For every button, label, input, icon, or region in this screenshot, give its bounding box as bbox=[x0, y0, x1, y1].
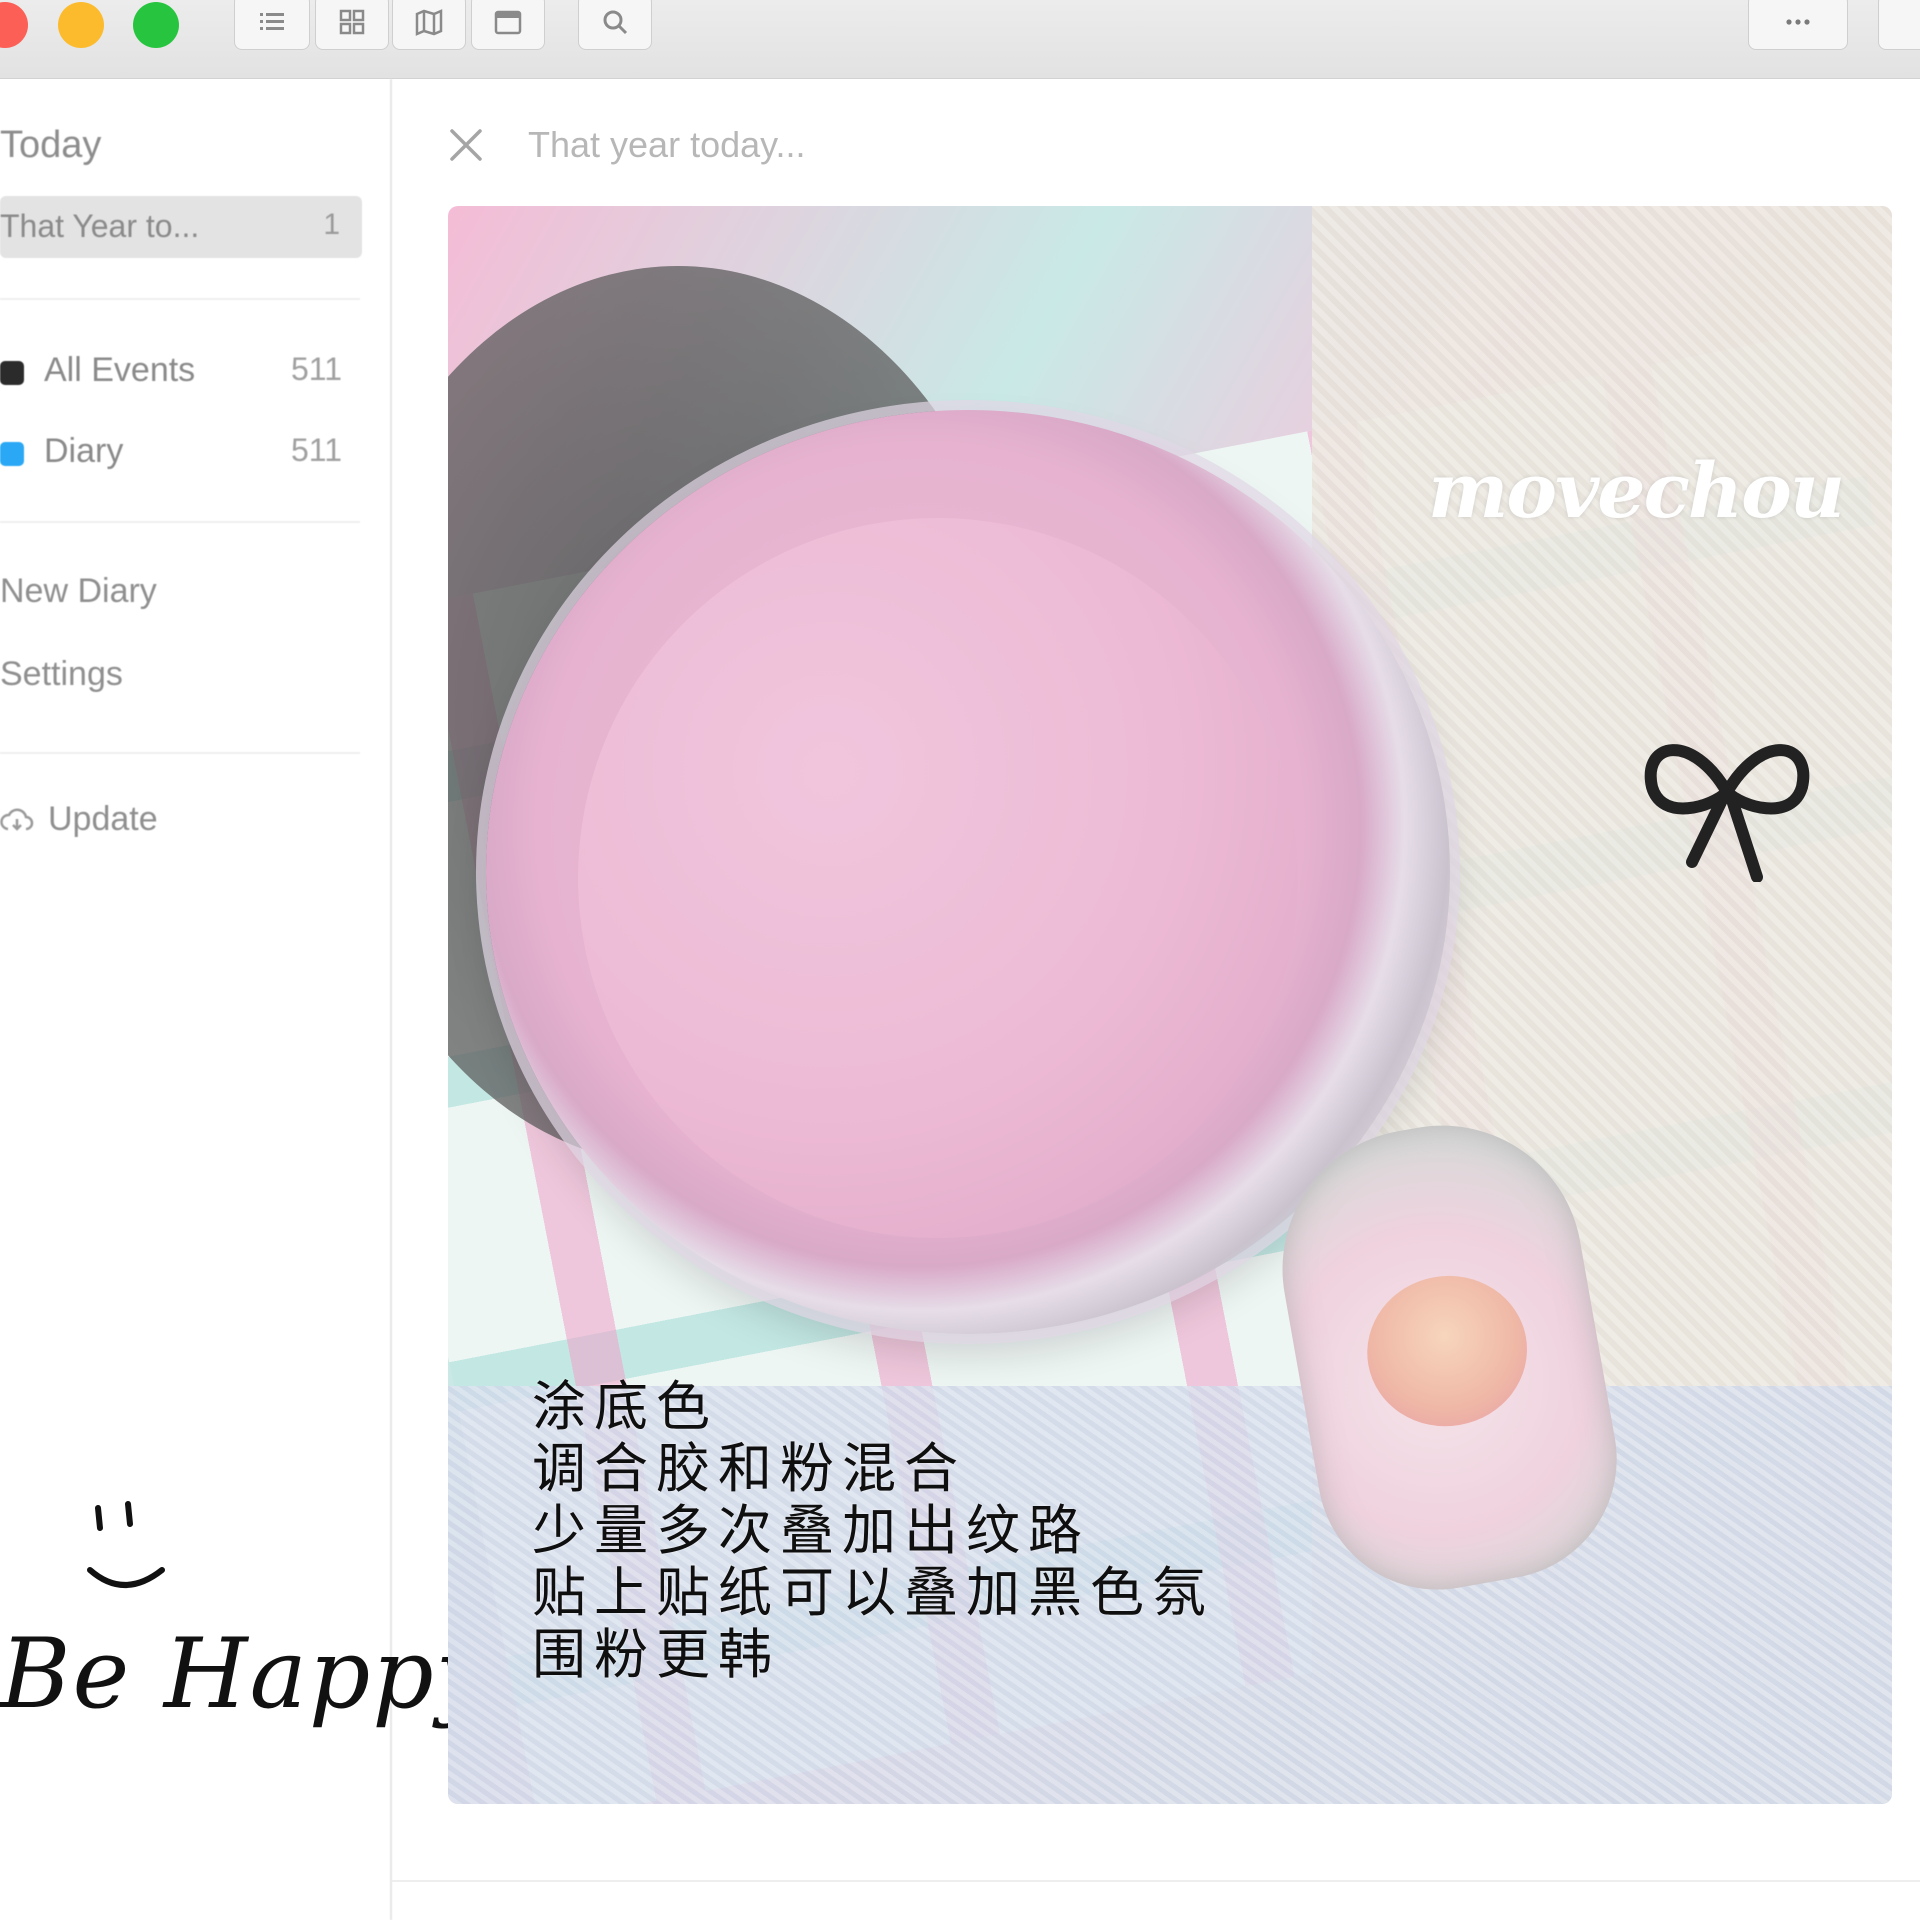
caption-line: 少量多次叠加出纹路 bbox=[532, 1499, 1090, 1562]
sidebar-item-all-events[interactable]: All Events 511 bbox=[0, 347, 345, 397]
journal-color-dot bbox=[0, 442, 24, 466]
pink-powder bbox=[578, 518, 1298, 1238]
caption-line: 贴上贴纸可以叠加黑色氛 bbox=[532, 1561, 1214, 1624]
smiley-doodle bbox=[87, 1501, 165, 1588]
entry-photo: movechou 涂底色 调合胶和粉混合 少量多次叠加出纹路 贴上贴纸可以叠加黑… bbox=[448, 206, 1892, 1804]
sidebar-item-count: 511 bbox=[290, 351, 342, 387]
settings-button[interactable]: Settings bbox=[0, 655, 123, 694]
extra-toolbar-button[interactable] bbox=[1878, 0, 1920, 50]
calendar-view-button[interactable] bbox=[471, 0, 545, 50]
more-button[interactable] bbox=[1748, 0, 1848, 50]
search-icon bbox=[603, 10, 628, 35]
editor-bottom-divider bbox=[392, 1880, 1920, 1882]
cloud-download-icon bbox=[0, 808, 34, 831]
bunny-sticker bbox=[1355, 1263, 1539, 1439]
journal-color-dot bbox=[0, 361, 24, 385]
sidebar-divider bbox=[0, 298, 360, 300]
new-diary-button[interactable]: New Diary bbox=[0, 572, 157, 611]
caption-line: 围粉更韩 bbox=[532, 1623, 780, 1686]
calendar-icon bbox=[494, 10, 522, 35]
map-view-button[interactable] bbox=[392, 0, 466, 50]
sidebar-item-count: 1 bbox=[323, 208, 340, 241]
sidebar-item-diary[interactable]: Diary 511 bbox=[0, 428, 345, 478]
sidebar-item-that-year-today[interactable]: That Year to... 1 bbox=[0, 196, 362, 258]
caption-line: 调合胶和粉混合 bbox=[532, 1437, 966, 1500]
update-label: Update bbox=[48, 800, 158, 838]
sidebar-item-label: That Year to... bbox=[0, 208, 200, 244]
caption-line: 涂底色 bbox=[532, 1375, 718, 1438]
photo-caption: 涂底色 调合胶和粉混合 少量多次叠加出纹路 贴上贴纸可以叠加黑色氛 围粉更韩 bbox=[532, 1376, 1214, 1686]
handwriting-be-happy: Be Happy bbox=[0, 1618, 492, 1730]
close-icon[interactable] bbox=[448, 127, 484, 163]
more-icon bbox=[1786, 19, 1810, 25]
update-button[interactable]: Update bbox=[0, 800, 158, 839]
sidebar-divider bbox=[0, 521, 360, 523]
entry-title[interactable]: That year today... bbox=[528, 124, 805, 166]
sidebar-item-label: All Events bbox=[44, 351, 196, 389]
map-icon bbox=[415, 9, 443, 36]
sidebar-item-label: Diary bbox=[44, 432, 124, 470]
bow-icon bbox=[1644, 744, 1810, 882]
sidebar-divider bbox=[0, 752, 360, 754]
sidebar-item-count: 511 bbox=[290, 432, 342, 468]
watermark-text: movechou bbox=[1428, 446, 1845, 535]
sidebar-heading-today: Today bbox=[0, 124, 102, 166]
search-button[interactable] bbox=[578, 0, 652, 50]
